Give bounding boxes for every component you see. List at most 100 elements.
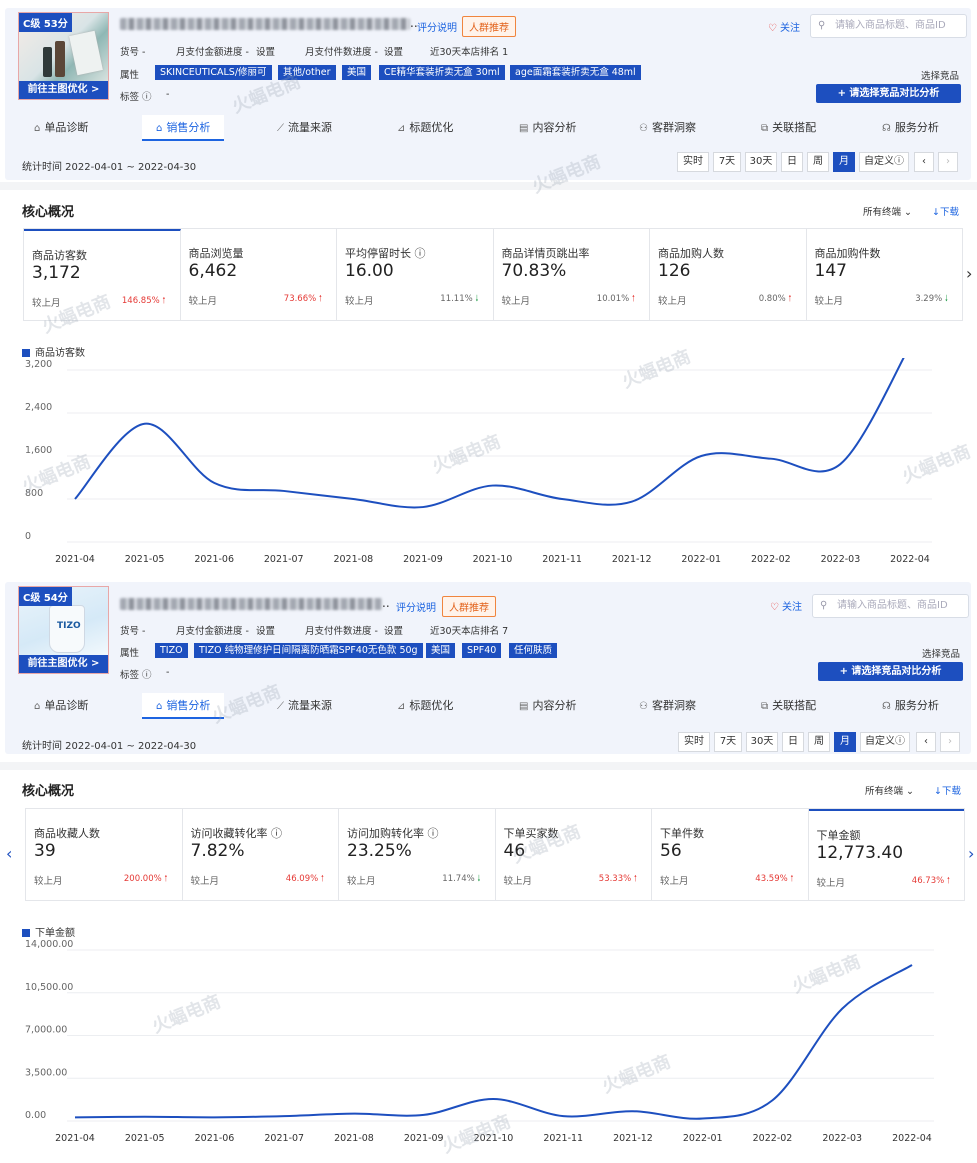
- cards-prev-arrow[interactable]: ‹: [6, 844, 12, 863]
- follow-button[interactable]: ♡ 关注: [768, 19, 800, 34]
- metric-card[interactable]: 下单买家数 46 较上月 53.33% 🠑: [496, 809, 652, 900]
- pay-amount-set-link[interactable]: 设置: [256, 623, 275, 637]
- metric-card[interactable]: 商品收藏人数 39 较上月 200.00% 🠑: [26, 809, 183, 900]
- period-month-button[interactable]: 月: [833, 152, 855, 172]
- chart-legend: 下单金额: [22, 924, 75, 939]
- metric-card[interactable]: 下单金额 12,773.40 较上月 46.73% 🠑: [808, 809, 964, 900]
- tab-sales-analysis[interactable]: ⌂ 销售分析: [142, 115, 225, 141]
- tab-single-diagnosis[interactable]: ⌂ 单品诊断: [34, 693, 88, 719]
- metric-change-value: 11.11%: [440, 294, 473, 304]
- pay-amount-progress: 月支付金额进度 -: [176, 626, 249, 637]
- metric-change-value: 3.29%: [915, 294, 943, 304]
- tab-label: 销售分析: [166, 121, 211, 134]
- tab-content-analysis[interactable]: ▤ 内容分析: [519, 693, 576, 719]
- metric-card[interactable]: 商品详情页跳出率 70.83% 较上月 10.01% 🠑: [494, 229, 650, 320]
- optimize-image-button[interactable]: 前往主图优化 >: [19, 655, 108, 673]
- channel-select[interactable]: 所有终端 ⌄: [865, 783, 914, 797]
- compare-competitor-button[interactable]: + 请选择竞品对比分析: [818, 662, 963, 681]
- product-image[interactable]: C级 53分 前往主图优化 >: [18, 12, 109, 100]
- metric-change-value: 46.73%: [911, 876, 945, 886]
- pay-count-set-link[interactable]: 设置: [384, 44, 403, 58]
- metric-card[interactable]: 商品访客数 3,172 较上月 146.85% 🠑: [24, 229, 181, 320]
- attr-tag: 美国: [426, 643, 456, 658]
- tab-related-match[interactable]: ⧉ 关联搭配: [761, 115, 816, 141]
- period-realtime-button[interactable]: 实时: [678, 732, 710, 752]
- period-custom-button[interactable]: 自定义ⓘ: [859, 152, 909, 172]
- follow-button[interactable]: ♡ 关注: [770, 598, 802, 613]
- period-month-button[interactable]: 月: [834, 732, 856, 752]
- x-tick-label: 2021-07: [264, 554, 304, 565]
- metric-card[interactable]: 访问加购转化率 ⓘ 23.25% 较上月 11.74% 🠓: [339, 809, 496, 900]
- tab-label: 销售分析: [166, 699, 211, 712]
- tab-title-optimize[interactable]: ⊿ 标题优化: [397, 115, 453, 141]
- search-input[interactable]: ⚲ 请输入商品标题、商品ID: [810, 14, 967, 38]
- period-7d-button[interactable]: 7天: [714, 732, 742, 752]
- tab-customer-insight[interactable]: ⚇ 客群洞察: [639, 693, 696, 719]
- tab-traffic-source[interactable]: ⟋ 流量来源: [277, 693, 332, 719]
- period-week-button[interactable]: 周: [807, 152, 829, 172]
- tab-related-match[interactable]: ⧉ 关联搭配: [761, 693, 816, 719]
- attr-tag: SPF40: [462, 643, 502, 658]
- period-7d-button[interactable]: 7天: [713, 152, 741, 172]
- period-30d-button[interactable]: 30天: [746, 732, 778, 752]
- tab-service-analysis[interactable]: ☊ 服务分析: [882, 115, 939, 141]
- product-brand-mark: TIZO: [57, 621, 81, 631]
- download-button[interactable]: ↓下载: [934, 783, 961, 797]
- attr-tag: TIZO: [155, 643, 188, 658]
- tab-service-analysis[interactable]: ☊ 服务分析: [882, 693, 939, 719]
- period-custom-button[interactable]: 自定义ⓘ: [860, 732, 910, 752]
- metric-title: 商品详情页跳出率: [501, 247, 590, 260]
- score-explain-link[interactable]: 评分说明: [396, 599, 436, 614]
- period-day-button[interactable]: 日: [781, 152, 803, 172]
- tab-sales-analysis[interactable]: ⌂ 销售分析: [142, 693, 225, 719]
- channel-select[interactable]: 所有终端 ⌄: [863, 204, 912, 218]
- tab-title-optimize[interactable]: ⊿ 标题优化: [397, 693, 453, 719]
- sku-label: 货号 -: [120, 626, 146, 637]
- tab-customer-insight[interactable]: ⚇ 客群洞察: [639, 115, 696, 141]
- x-tick-label: 2022-02: [751, 554, 791, 565]
- period-week-button[interactable]: 周: [808, 732, 830, 752]
- y-tick-label: 3,200: [25, 359, 52, 370]
- metric-card[interactable]: 平均停留时长 ⓘ 16.00 较上月 11.11% 🠓: [337, 229, 494, 320]
- x-tick-label: 2021-10: [473, 554, 513, 565]
- arrow-up-icon: 🠑: [946, 876, 950, 886]
- product-image[interactable]: TIZO C级 54分 前往主图优化 >: [18, 586, 109, 674]
- next-period-button[interactable]: ›: [940, 732, 960, 752]
- legend-swatch: [22, 929, 30, 937]
- search-input[interactable]: ⚲ 请输入商品标题、商品ID: [812, 594, 969, 618]
- cards-next-arrow[interactable]: ›: [968, 844, 974, 863]
- next-period-button[interactable]: ›: [938, 152, 958, 172]
- tab-content-analysis[interactable]: ▤ 内容分析: [519, 115, 576, 141]
- pay-amount-set-link[interactable]: 设置: [256, 44, 275, 58]
- prev-period-button[interactable]: ‹: [916, 732, 936, 752]
- period-realtime-button[interactable]: 实时: [677, 152, 709, 172]
- period-day-button[interactable]: 日: [782, 732, 804, 752]
- tab-traffic-source[interactable]: ⟋ 流量来源: [277, 115, 332, 141]
- metric-card[interactable]: 下单件数 56 较上月 43.59% 🠑: [652, 809, 809, 900]
- arrow-up-icon: 🠑: [162, 296, 166, 306]
- y-tick-label: 3,500.00: [25, 1067, 67, 1078]
- tab-single-diagnosis[interactable]: ⌂ 单品诊断: [34, 115, 88, 141]
- crowd-recommend-tag[interactable]: 人群推荐: [462, 16, 516, 37]
- compare-competitor-button[interactable]: + 请选择竞品对比分析: [816, 84, 961, 103]
- period-30d-button[interactable]: 30天: [745, 152, 777, 172]
- crowd-recommend-tag[interactable]: 人群推荐: [442, 596, 496, 617]
- optimize-image-button[interactable]: 前往主图优化 >: [19, 81, 108, 99]
- metric-card[interactable]: 访问收藏转化率 ⓘ 7.82% 较上月 46.09% 🠑: [183, 809, 339, 900]
- headset-icon: ☊: [882, 123, 891, 134]
- metric-change: 46.73% 🠑: [912, 875, 950, 889]
- cards-next-arrow[interactable]: ›: [966, 264, 972, 283]
- section-divider: [0, 182, 977, 190]
- metric-value: 12,773.40: [816, 843, 904, 863]
- download-button[interactable]: ↓下载: [932, 204, 959, 218]
- metric-card[interactable]: 商品浏览量 6,462 较上月 73.66% 🠑: [181, 229, 337, 320]
- score-explain-link[interactable]: 评分说明: [417, 19, 457, 34]
- metric-title: 平均停留时长 ⓘ: [345, 247, 426, 260]
- y-tick-label: 0: [25, 531, 31, 542]
- pay-count-set-link[interactable]: 设置: [384, 623, 403, 637]
- x-tick-label: 2022-04: [890, 554, 930, 565]
- metric-title: 商品收藏人数: [34, 827, 100, 840]
- metric-card[interactable]: 商品加购人数 126 较上月 0.80% 🠑: [650, 229, 807, 320]
- prev-period-button[interactable]: ‹: [914, 152, 934, 172]
- metric-card[interactable]: 商品加购件数 147 较上月 3.29% 🠓: [807, 229, 963, 320]
